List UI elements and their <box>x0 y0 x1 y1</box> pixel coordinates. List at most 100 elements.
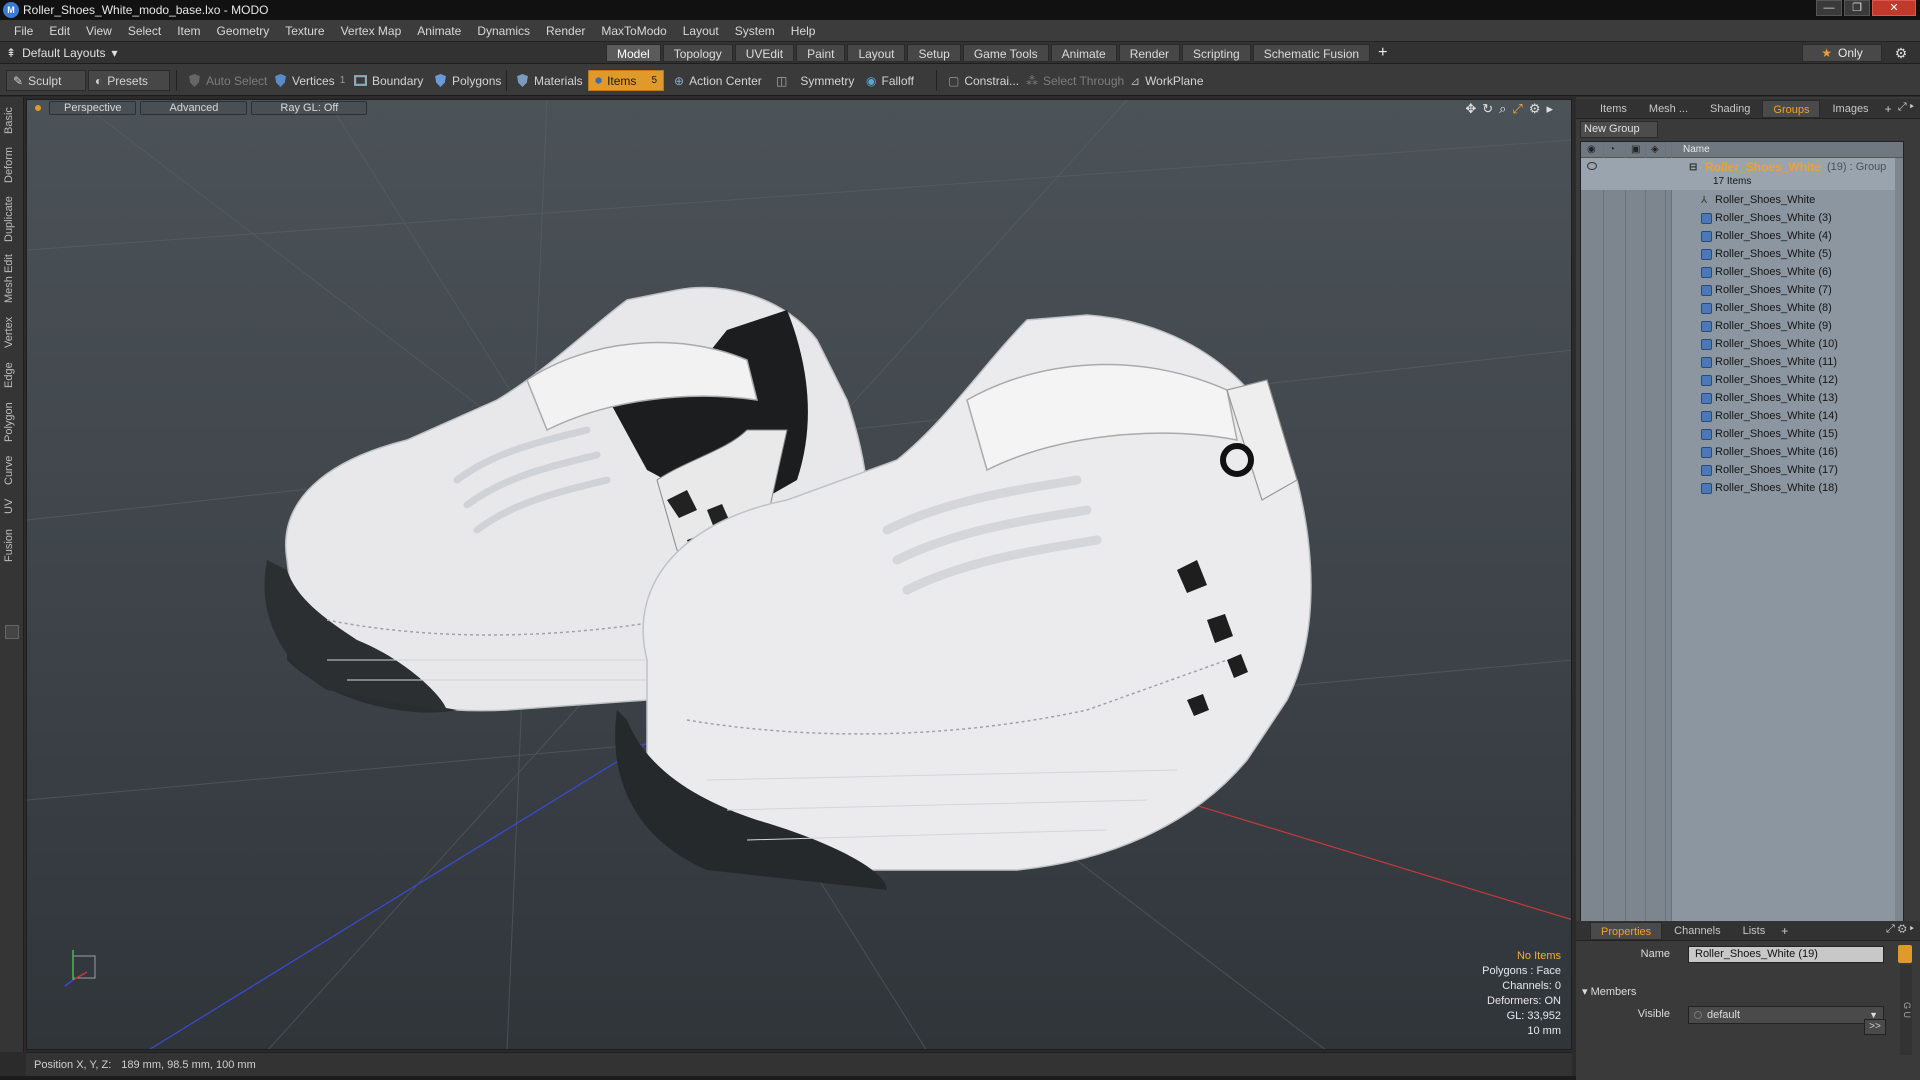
tab-shading[interactable]: Shading <box>1700 100 1760 118</box>
tab-scripting[interactable]: Scripting <box>1182 44 1251 62</box>
menu-file[interactable]: File <box>6 20 41 42</box>
tab-fusion[interactable]: Fusion <box>3 525 21 565</box>
items-button[interactable]: Items 5 <box>588 70 664 91</box>
panel-expand-icon[interactable]: ⤢ ▸ <box>1898 101 1914 114</box>
menu-item[interactable]: Item <box>169 20 208 42</box>
side-tab-strip[interactable]: G U <box>1900 965 1912 1055</box>
tab-channels[interactable]: Channels <box>1664 922 1730 940</box>
maximize-button[interactable]: ❐ <box>1844 0 1870 16</box>
tab-vertex[interactable]: Vertex <box>3 313 21 351</box>
list-item[interactable]: Roller_Shoes_White (3) <box>1581 210 1903 228</box>
tab-game-tools[interactable]: Game Tools <box>962 44 1049 62</box>
3d-viewport[interactable]: Perspective Advanced Ray GL: Off ✥ ↻ ⌕ ⤢… <box>26 99 1572 1050</box>
sculpt-button[interactable]: ✎ Sculpt <box>6 70 86 91</box>
symmetry-button[interactable]: ◫ Symmetry <box>770 70 860 91</box>
render-icon[interactable]: ◈ <box>1651 144 1659 155</box>
tab-mesh[interactable]: Mesh ... <box>1639 100 1698 118</box>
add-panel-tab-button[interactable]: + <box>1885 102 1892 116</box>
tab-topology[interactable]: Topology <box>662 44 733 62</box>
workplane-button[interactable]: ⊿ WorkPlane <box>1124 70 1210 91</box>
list-item[interactable]: Roller_Shoes_White (13) <box>1581 390 1903 408</box>
tab-setup[interactable]: Setup <box>907 44 961 62</box>
list-item[interactable]: Roller_Shoes_White (17) <box>1581 462 1903 480</box>
select-icon[interactable]: ▣ <box>1631 144 1640 155</box>
menu-dynamics[interactable]: Dynamics <box>469 20 538 42</box>
only-button[interactable]: ★ Only <box>1802 44 1882 62</box>
list-item[interactable]: ⅄ Roller_Shoes_White <box>1581 192 1903 210</box>
menu-texture[interactable]: Texture <box>277 20 332 42</box>
tab-edge[interactable]: Edge <box>3 359 21 391</box>
select-through-button[interactable]: ⁂ Select Through <box>1020 70 1130 91</box>
tab-basic[interactable]: Basic <box>3 103 21 139</box>
group-visibility-icon[interactable] <box>1587 162 1597 170</box>
fit-icon[interactable]: ⤢ <box>1512 101 1522 117</box>
column-name[interactable]: Name <box>1683 144 1710 155</box>
polygons-button[interactable]: Polygons <box>428 70 507 91</box>
list-item[interactable]: Roller_Shoes_White (18) <box>1581 480 1903 498</box>
viewport-gear-icon[interactable]: ⚙ <box>1529 101 1541 117</box>
props-expand-icon[interactable]: ⤢ ⚙ ▸ <box>1886 923 1914 936</box>
list-item[interactable]: Roller_Shoes_White (9) <box>1581 318 1903 336</box>
pan-icon[interactable]: ✥ <box>1465 101 1476 117</box>
menu-layout[interactable]: Layout <box>675 20 727 42</box>
raygl-button[interactable]: Ray GL: Off <box>251 101 368 115</box>
menu-select[interactable]: Select <box>120 20 169 42</box>
tab-schematic-fusion[interactable]: Schematic Fusion <box>1252 44 1371 62</box>
toggle-panel-button[interactable] <box>5 625 19 639</box>
name-field[interactable]: Roller_Shoes_White (19) <box>1688 946 1884 963</box>
tab-layout[interactable]: Layout <box>847 44 906 62</box>
add-props-tab-button[interactable]: + <box>1781 924 1788 938</box>
vertices-button[interactable]: Vertices 1 <box>268 70 351 91</box>
menu-edit[interactable]: Edit <box>41 20 78 42</box>
menu-vertex-map[interactable]: Vertex Map <box>333 20 410 42</box>
tab-lists[interactable]: Lists <box>1733 922 1776 940</box>
list-item[interactable]: Roller_Shoes_White (6) <box>1581 264 1903 282</box>
menu-maxtomodo[interactable]: MaxToModo <box>593 20 674 42</box>
tab-render[interactable]: Render <box>1118 44 1181 62</box>
orange-side-tab[interactable] <box>1898 945 1912 963</box>
list-item[interactable]: Roller_Shoes_White (10) <box>1581 336 1903 354</box>
action-center-button[interactable]: ⊕ Action Center <box>668 70 768 91</box>
tab-animate[interactable]: Animate <box>1050 44 1117 62</box>
gear-icon[interactable]: ⚙ <box>1890 44 1912 62</box>
groups-scrollbar[interactable] <box>1895 158 1903 929</box>
new-group-button[interactable]: New Group <box>1580 121 1658 138</box>
layout-dropdown[interactable]: ⇞ Default Layouts ▾ <box>6 45 117 61</box>
tab-polygon[interactable]: Polygon <box>3 399 21 445</box>
members-section[interactable]: ▾ Members <box>1582 985 1636 998</box>
lock-icon[interactable]: ◔ <box>1609 144 1615 155</box>
list-item[interactable]: Roller_Shoes_White (7) <box>1581 282 1903 300</box>
list-item[interactable]: Roller_Shoes_White (5) <box>1581 246 1903 264</box>
rotate-icon[interactable]: ↻ <box>1482 101 1493 117</box>
viewport-options-icon[interactable] <box>35 105 41 111</box>
expand-button[interactable]: >> <box>1864 1019 1886 1035</box>
list-item[interactable]: Roller_Shoes_White (12) <box>1581 372 1903 390</box>
close-button[interactable]: ✕ <box>1872 0 1916 16</box>
tab-items[interactable]: Items <box>1590 100 1637 118</box>
zoom-icon[interactable]: ⌕ <box>1499 101 1506 117</box>
eye-icon[interactable]: ◉ <box>1587 144 1596 155</box>
tab-uv[interactable]: UV <box>3 495 21 517</box>
presets-button[interactable]: ◐ Presets <box>88 70 170 91</box>
boundary-button[interactable]: Boundary <box>348 70 429 91</box>
materials-button[interactable]: Materials <box>510 70 589 91</box>
menu-render[interactable]: Render <box>538 20 593 42</box>
tab-images[interactable]: Images <box>1822 100 1878 118</box>
menu-geometry[interactable]: Geometry <box>209 20 278 42</box>
group-row-roller-shoes[interactable]: ⊟ Roller_Shoes_White (19) : Group 17 Ite… <box>1581 158 1903 190</box>
menu-system[interactable]: System <box>727 20 783 42</box>
list-item[interactable]: Roller_Shoes_White (15) <box>1581 426 1903 444</box>
constraints-button[interactable]: ▢ Constrai... <box>942 70 1025 91</box>
minimize-button[interactable]: — <box>1816 0 1842 16</box>
tab-deform[interactable]: Deform <box>3 145 21 185</box>
falloff-button[interactable]: ◉ Falloff <box>860 70 920 91</box>
visible-dropdown[interactable]: default ▼ <box>1688 1006 1884 1024</box>
list-item[interactable]: Roller_Shoes_White (8) <box>1581 300 1903 318</box>
menu-view[interactable]: View <box>78 20 120 42</box>
tab-duplicate[interactable]: Duplicate <box>3 193 21 245</box>
list-item[interactable]: Roller_Shoes_White (16) <box>1581 444 1903 462</box>
list-item[interactable]: Roller_Shoes_White (14) <box>1581 408 1903 426</box>
list-item[interactable]: Roller_Shoes_White (4) <box>1581 228 1903 246</box>
add-tab-button[interactable]: + <box>1378 44 1387 62</box>
tab-properties[interactable]: Properties <box>1590 921 1663 940</box>
